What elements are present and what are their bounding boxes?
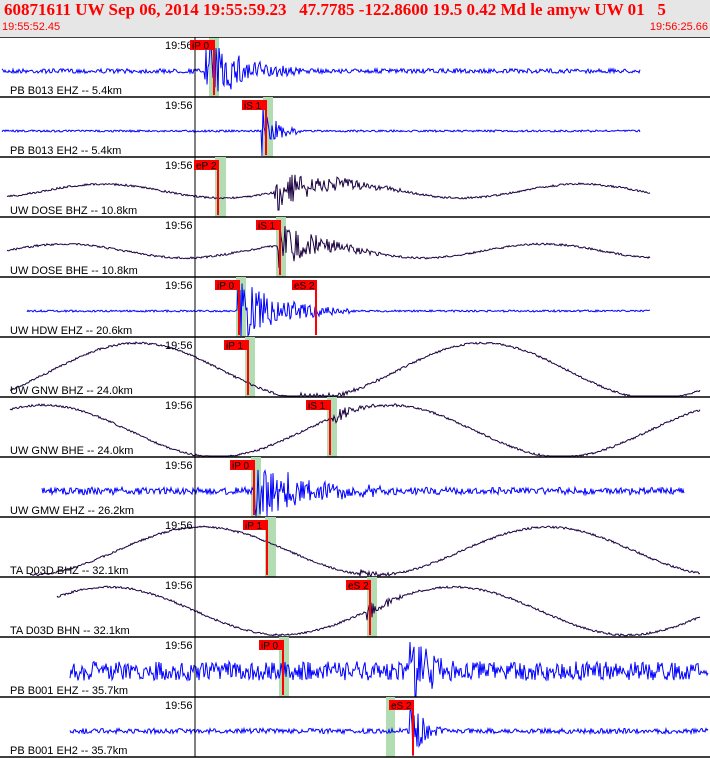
trace-row: 19:56 iS 1 UW DOSE BHE -- 10.8km: [0, 217, 710, 278]
minute-tick-label: 19:56: [165, 340, 193, 352]
trace-row: 19:56 eP 2 UW DOSE BHZ -- 10.8km: [0, 157, 710, 218]
minute-tick-label: 19:56: [165, 700, 193, 712]
pick-label: eS 2: [348, 581, 369, 592]
minute-tick-label: 19:56: [165, 400, 193, 412]
trace-row: 19:56 iP 1 UW GNW BHZ -- 24.0km: [0, 337, 710, 398]
trace-label: UW GNW BHZ -- 24.0km: [10, 385, 133, 397]
minute-tick-label: 19:56: [165, 460, 193, 472]
trace-label: PB B013 EHZ -- 5.4km: [10, 85, 122, 97]
pick-label: iP 1: [226, 341, 243, 352]
pick-label: eS 2: [294, 281, 315, 292]
minute-tick-label: 19:56: [165, 580, 193, 592]
pick-label: iS 1: [308, 401, 326, 412]
seismogram-plot: 19:56 iP 0PB B013 EHZ -- 5.4km19:56 iS 1PB…: [0, 37, 710, 758]
trace-row: 19:56 iS 1 PB B013 EH2 -- 5.4km: [0, 97, 710, 158]
trace-row: 19:56 iP 0 PB B013 EHZ -- 5.4km: [0, 37, 710, 98]
minute-tick-label: 19:56: [165, 640, 193, 652]
pick-label: iP 0: [192, 41, 209, 52]
trace-row: 19:56 iP 0 UW GMW EHZ -- 26.2km: [0, 457, 710, 518]
pick-label: iS 1: [258, 221, 276, 232]
pick-label: iS 1: [244, 101, 262, 112]
trace-row: 19:56 iS 1 UW GNW BHE -- 24.0km: [0, 397, 710, 458]
waveform-trace: [56, 585, 701, 637]
window-start-time: 19:55:52.45: [2, 21, 61, 33]
trace-label: TA D03D BHN -- 32.1km: [10, 625, 130, 637]
trace-label: UW HDW EHZ -- 20.6km: [10, 325, 132, 337]
trace-row: 19:56 iP 1 TA D03D BHZ -- 32.1km: [0, 517, 710, 578]
trace-label: PB B001 EHZ -- 35.7km: [10, 685, 128, 697]
waveform-trace: [6, 224, 651, 268]
waveform-trace: [41, 469, 685, 517]
trace-row: 19:56 iP 0 eS 2 UW HDW EHZ -- 20.6km: [0, 277, 710, 338]
minute-tick-label: 19:56: [165, 160, 193, 172]
window-end-time: 19:56:25.66: [649, 21, 708, 33]
trace-label: UW DOSE BHZ -- 10.8km: [10, 205, 137, 217]
minute-tick-label: 19:56: [165, 280, 193, 292]
trace-label: UW GMW EHZ -- 26.2km: [10, 505, 134, 517]
pick-label: eS 2: [391, 701, 412, 712]
trace-label: PB B013 EH2 -- 5.4km: [10, 145, 121, 157]
minute-tick-label: 19:56: [165, 100, 193, 112]
pick-label: iP 1: [245, 521, 262, 532]
trace-row: 19:56 eS 2 PB B001 EH2 -- 35.7km: [0, 697, 710, 758]
waveform-trace: [29, 525, 701, 578]
trace-label: UW DOSE BHE -- 10.8km: [10, 265, 138, 277]
pick-label: iP 0: [261, 641, 278, 652]
event-header: 60871611 UW Sep 06, 2014 19:55:59.23 47.…: [0, 0, 710, 37]
trace-label: PB B001 EH2 -- 35.7km: [10, 745, 127, 757]
pick-label: iP 0: [217, 281, 234, 292]
minute-tick-label: 19:56: [165, 520, 193, 532]
pick-label: iP 0: [232, 461, 249, 472]
trace-row: 19:56 iP 0 PB B001 EHZ -- 35.7km: [0, 637, 710, 698]
pick-label: eP 2: [196, 161, 217, 172]
trace-row: 19:56 eS 2 TA D03D BHN -- 32.1km: [0, 577, 710, 638]
trace-label: TA D03D BHZ -- 32.1km: [10, 565, 128, 577]
event-title: 60871611 UW Sep 06, 2014 19:55:59.23 47.…: [4, 0, 666, 19]
minute-tick-label: 19:56: [165, 40, 193, 52]
trace-label: UW GNW BHE -- 24.0km: [10, 445, 133, 457]
minute-tick-label: 19:56: [165, 220, 193, 232]
